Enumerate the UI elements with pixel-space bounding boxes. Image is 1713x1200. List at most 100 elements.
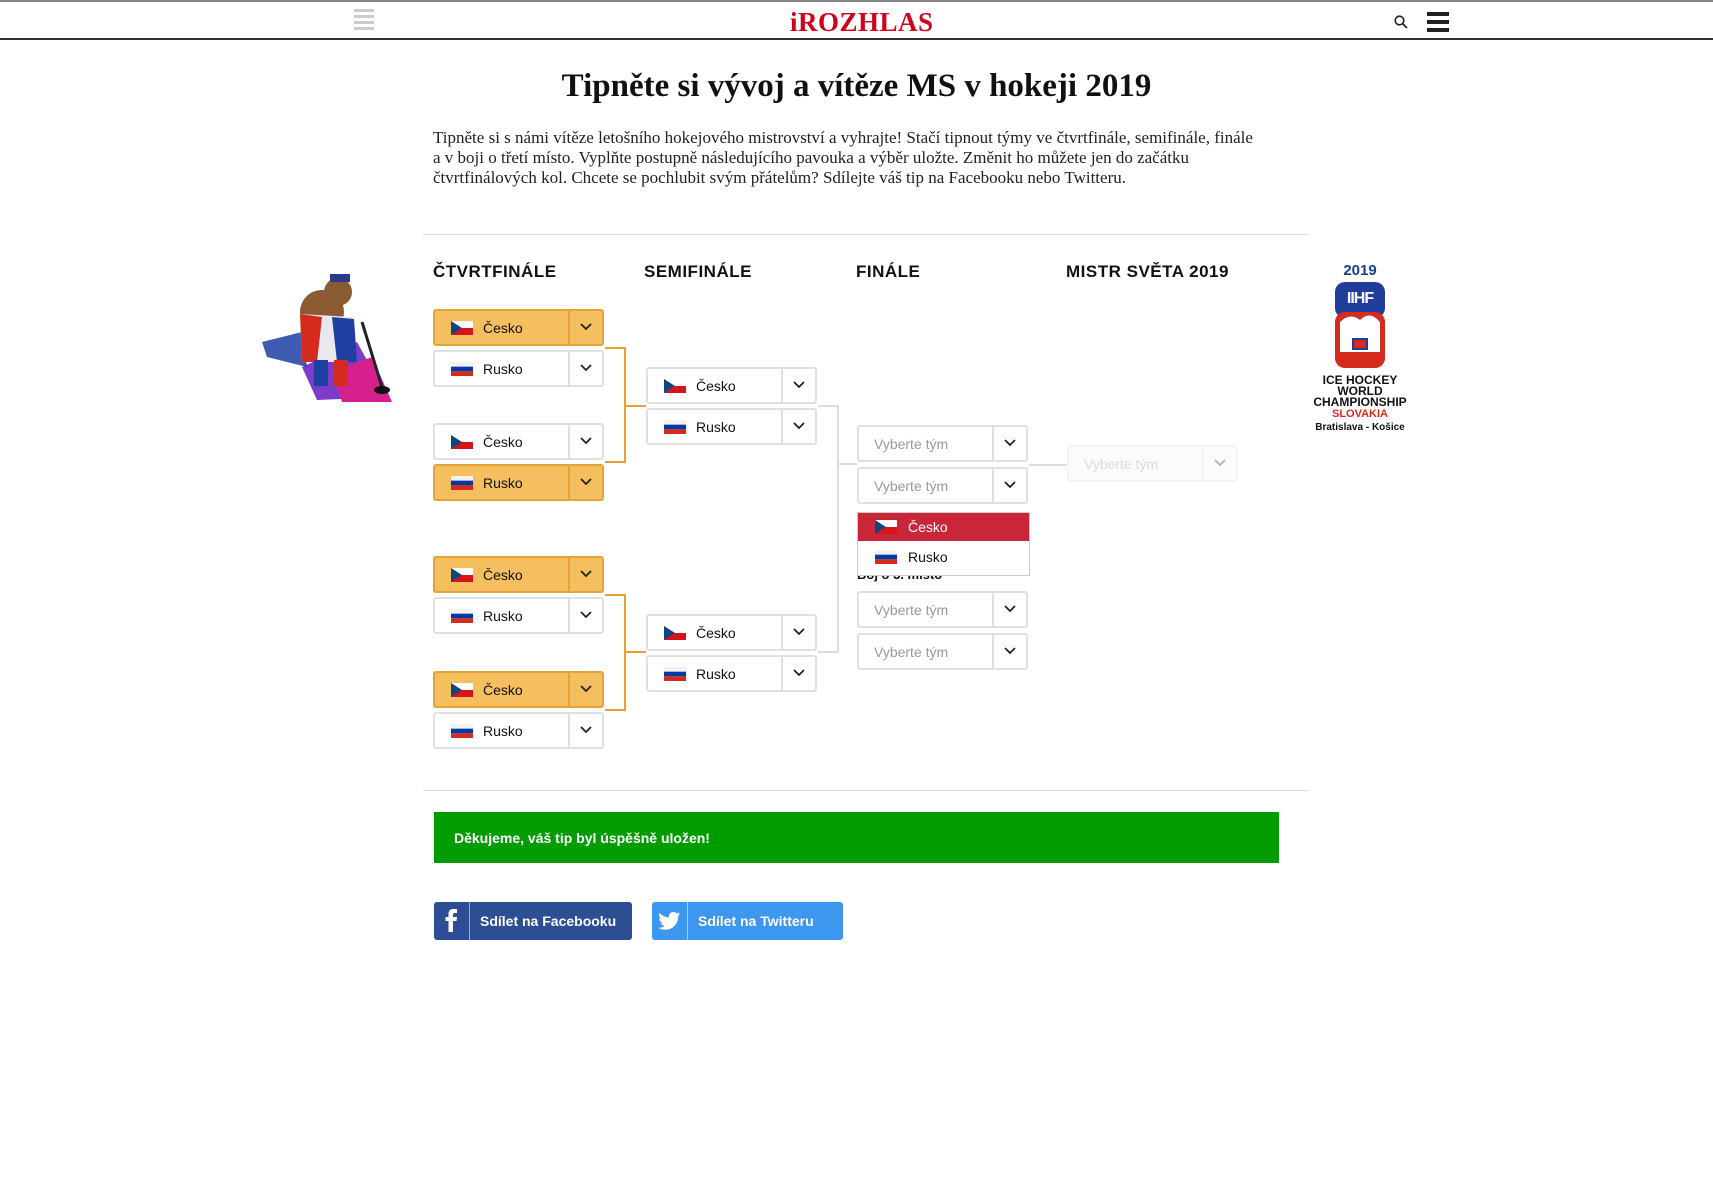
intro-text: Tipněte si s námi vítěze letošního hokej…: [433, 128, 1253, 187]
dropdown-option-cesko[interactable]: Česko: [858, 513, 1029, 541]
dropdown-arrow[interactable]: [568, 466, 602, 499]
qf-select-7[interactable]: Česko: [433, 671, 604, 708]
chevron-down-icon: [580, 478, 592, 485]
chevron-down-icon: [1214, 459, 1226, 466]
chevron-down-icon: [1004, 439, 1016, 446]
chevron-down-icon: [793, 628, 805, 635]
placeholder: Vyberte tým: [874, 436, 949, 452]
final-select-2[interactable]: Vyberte tým: [857, 467, 1028, 504]
chevron-down-icon: [793, 669, 805, 676]
qf-select-2[interactable]: Rusko: [433, 350, 604, 387]
dropdown-arrow[interactable]: [568, 673, 602, 706]
dropdown-arrow[interactable]: [568, 425, 602, 458]
flag-cz-icon: [875, 520, 897, 534]
team-dropdown-list: Česko Rusko: [857, 512, 1030, 576]
dropdown-arrow[interactable]: [781, 657, 815, 690]
chevron-down-icon: [580, 323, 592, 330]
sf-select-1[interactable]: Česko: [646, 367, 817, 404]
top-bar: iROZHLAS: [0, 0, 1713, 40]
team-label: Rusko: [483, 361, 523, 377]
column-final: FINÁLE: [856, 262, 921, 281]
qf-select-3[interactable]: Česko: [433, 423, 604, 460]
dropdown-arrow[interactable]: [568, 599, 602, 632]
dropdown-arrow[interactable]: [568, 714, 602, 747]
sf-select-3[interactable]: Česko: [646, 614, 817, 651]
placeholder: Vyberte tým: [874, 644, 949, 660]
dropdown-option-rusko[interactable]: Rusko: [858, 543, 1029, 571]
flag-ru-icon: [664, 667, 686, 681]
dropdown-arrow[interactable]: [992, 427, 1026, 460]
iihf-mark: IIHF: [1346, 290, 1374, 307]
third-place-select-1[interactable]: Vyberte tým: [857, 591, 1028, 628]
third-place-select-2[interactable]: Vyberte tým: [857, 633, 1028, 670]
sf-select-2[interactable]: Rusko: [646, 408, 817, 445]
share-facebook-button[interactable]: Sdílet na Facebooku: [434, 902, 632, 940]
option-label: Česko: [908, 519, 948, 535]
qf-select-5[interactable]: Česko: [433, 556, 604, 593]
share-facebook-label: Sdílet na Facebooku: [480, 913, 617, 929]
qf-select-8[interactable]: Rusko: [433, 712, 604, 749]
divider: [423, 790, 1309, 791]
mascot-image: [262, 274, 392, 402]
champion-select[interactable]: Vyberte tým: [1067, 445, 1238, 482]
dropdown-arrow[interactable]: [992, 593, 1026, 626]
final-select-1[interactable]: Vyberte tým: [857, 425, 1028, 462]
qf-select-4[interactable]: Rusko: [433, 464, 604, 501]
dropdown-arrow[interactable]: [568, 311, 602, 344]
dropdown-arrow[interactable]: [781, 410, 815, 443]
dropdown-arrow[interactable]: [992, 469, 1026, 502]
chevron-down-icon: [580, 570, 592, 577]
flag-cz-icon: [664, 379, 686, 393]
placeholder: Vyberte tým: [1084, 456, 1159, 472]
qf-select-6[interactable]: Rusko: [433, 597, 604, 634]
chevron-down-icon: [580, 726, 592, 733]
placeholder: Vyberte tým: [874, 602, 949, 618]
success-message: Děkujeme, váš tip byl úspěšně uložen!: [434, 812, 1279, 863]
dropdown-arrow[interactable]: [992, 635, 1026, 668]
option-label: Rusko: [908, 549, 948, 565]
dropdown-arrow[interactable]: [568, 352, 602, 385]
chevron-down-icon: [580, 364, 592, 371]
team-label: Česko: [696, 625, 736, 641]
team-label: Rusko: [696, 666, 736, 682]
iihf-line4: SLOVAKIA: [1331, 408, 1389, 420]
page-title: Tipněte si vývoj a vítěze MS v hokeji 20…: [561, 68, 1152, 104]
column-semifinals: SEMIFINÁLE: [644, 262, 752, 281]
flag-cz-icon: [451, 683, 473, 697]
rozhlas-mark-icon[interactable]: [354, 9, 374, 35]
iihf-line3: CHAMPIONSHIP: [1313, 395, 1407, 409]
placeholder: Vyberte tým: [874, 478, 949, 494]
qf-select-1[interactable]: Česko: [433, 309, 604, 346]
chevron-down-icon: [580, 611, 592, 618]
team-label: Česko: [483, 567, 523, 583]
team-label: Rusko: [696, 419, 736, 435]
team-label: Rusko: [483, 608, 523, 624]
chevron-down-icon: [793, 381, 805, 388]
chevron-down-icon: [580, 685, 592, 692]
column-quarterfinals: ČTVRTFINÁLE: [433, 262, 557, 281]
flag-cz-icon: [664, 626, 686, 640]
flag-ru-icon: [451, 362, 473, 376]
menu-icon[interactable]: [1427, 12, 1449, 32]
dropdown-arrow[interactable]: [781, 369, 815, 402]
flag-cz-icon: [451, 435, 473, 449]
divider: [423, 234, 1309, 235]
dropdown-arrow[interactable]: [781, 616, 815, 649]
success-text: Děkujeme, váš tip byl úspěšně uložen!: [454, 830, 710, 846]
sf-select-4[interactable]: Rusko: [646, 655, 817, 692]
share-twitter-button[interactable]: Sdílet na Twitteru: [652, 902, 843, 940]
iihf-year: 2019: [1343, 262, 1377, 279]
flag-cz-icon: [451, 321, 473, 335]
chevron-down-icon: [1004, 605, 1016, 612]
dropdown-arrow[interactable]: [568, 558, 602, 591]
flag-ru-icon: [451, 609, 473, 623]
iihf-logo: 2019 IIHF ICE HOCKEY WORLD CHAMPIONSHIP …: [1305, 262, 1415, 442]
twitter-icon: [652, 902, 688, 940]
team-label: Česko: [696, 378, 736, 394]
team-label: Rusko: [483, 723, 523, 739]
dropdown-arrow[interactable]: [1202, 447, 1236, 480]
iihf-line5: Bratislava - Košice: [1315, 422, 1405, 433]
site-logo[interactable]: iROZHLAS: [790, 7, 934, 38]
flag-ru-icon: [664, 420, 686, 434]
search-icon[interactable]: [1394, 15, 1408, 29]
